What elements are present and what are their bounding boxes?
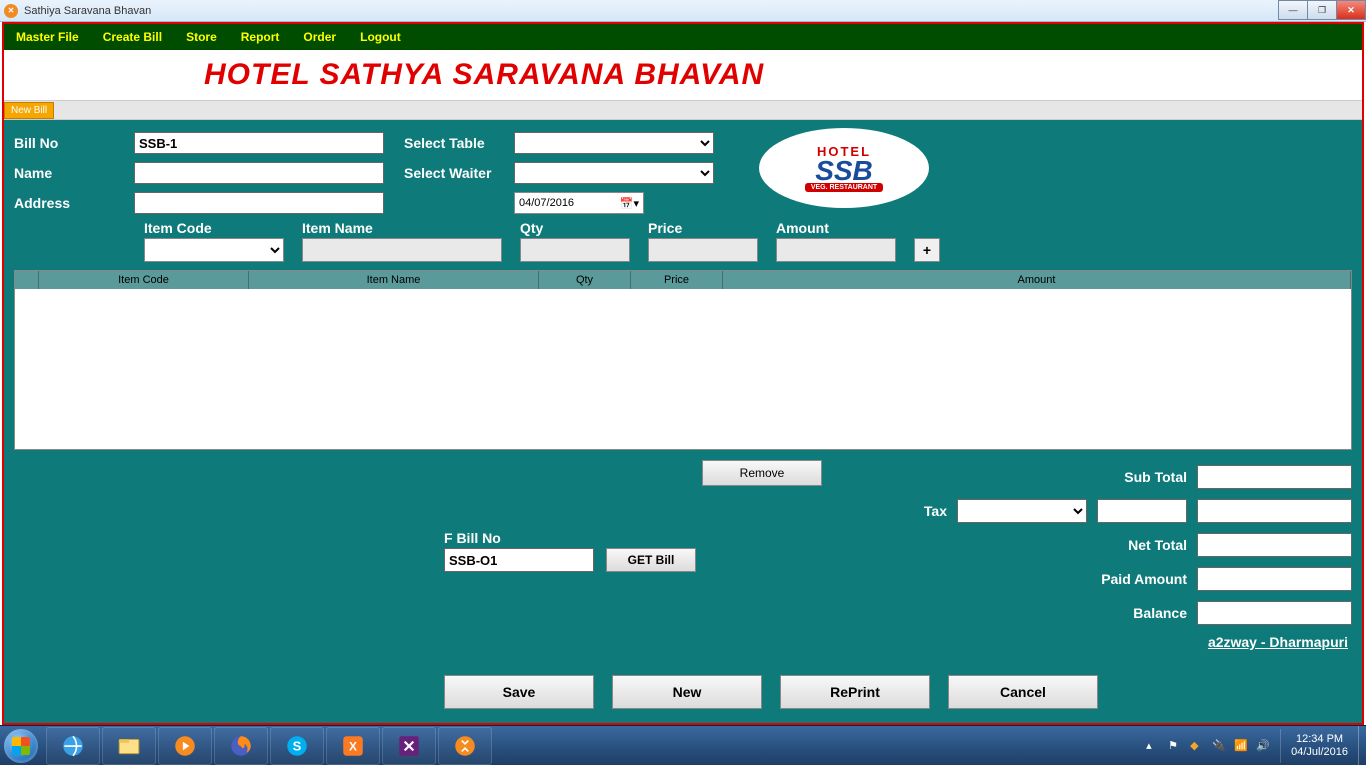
balance-value[interactable] <box>1197 601 1352 625</box>
cancel-button[interactable]: Cancel <box>948 675 1098 709</box>
taskbar-visualstudio-icon[interactable] <box>382 727 436 765</box>
tax-amount-value[interactable] <box>1197 499 1352 523</box>
minimize-button[interactable]: — <box>1278 0 1308 20</box>
taskbar-explorer-icon[interactable] <box>102 727 156 765</box>
logo-bot: VEG. RESTAURANT <box>805 183 883 192</box>
hotel-logo: HOTEL SSB VEG. RESTAURANT <box>759 128 929 208</box>
nettotal-value[interactable] <box>1197 533 1352 557</box>
taskbar-skype-icon[interactable]: S <box>270 727 324 765</box>
calendar-icon: 📅▾ <box>620 197 639 210</box>
taskbar-xampp-icon[interactable]: X <box>326 727 380 765</box>
taskbar: S X ▴ ⚑ ◆ 🔌 📶 🔊 12:34 PM 04/Jul/2016 <box>0 725 1366 765</box>
item-code-label: Item Code <box>144 220 284 236</box>
fbill-input[interactable] <box>444 548 594 572</box>
svg-text:X: X <box>349 739 357 753</box>
footer-link[interactable]: a2zway - Dharmapuri <box>832 634 1352 650</box>
tax-dropdown[interactable] <box>957 499 1087 523</box>
remove-button[interactable]: Remove <box>702 460 822 486</box>
menu-logout[interactable]: Logout <box>360 30 401 44</box>
grid-body[interactable] <box>15 289 1351 449</box>
grid-row-header <box>15 271 39 289</box>
show-desktop-button[interactable] <box>1358 726 1366 765</box>
header: HOTEL SATHYA SARAVANA BHAVAN <box>4 50 1362 100</box>
address-input[interactable] <box>134 192 384 214</box>
tray-shield-icon[interactable]: ◆ <box>1190 739 1204 753</box>
taskbar-firefox-icon[interactable] <box>214 727 268 765</box>
page-title: HOTEL SATHYA SARAVANA BHAVAN <box>204 58 764 92</box>
menu-order[interactable]: Order <box>303 30 336 44</box>
grid-col-qty[interactable]: Qty <box>539 271 631 289</box>
taskbar-ie-icon[interactable] <box>46 727 100 765</box>
address-label: Address <box>14 195 134 211</box>
name-label: Name <box>14 165 134 181</box>
new-button[interactable]: New <box>612 675 762 709</box>
amount-label: Amount <box>776 220 896 236</box>
tray-show-hidden-icon[interactable]: ▴ <box>1146 739 1160 753</box>
paidamount-label: Paid Amount <box>1067 571 1187 587</box>
get-bill-button[interactable]: GET Bill <box>606 548 696 572</box>
grid-col-amount[interactable]: Amount <box>723 271 1351 289</box>
window-titlebar: Sathiya Saravana Bhavan — ❐ ✕ <box>0 0 1366 22</box>
main-panel: Bill No Name Address Select Table <box>4 120 1362 723</box>
window-title: Sathiya Saravana Bhavan <box>24 5 151 17</box>
grid-col-item-name[interactable]: Item Name <box>249 271 539 289</box>
clock-time: 12:34 PM <box>1291 733 1348 746</box>
menu-master-file[interactable]: Master File <box>16 30 79 44</box>
tray-network-icon[interactable]: 📶 <box>1234 739 1248 753</box>
balance-label: Balance <box>1067 605 1187 621</box>
tabstrip: New Bill <box>4 100 1362 120</box>
system-tray: ▴ ⚑ ◆ 🔌 📶 🔊 12:34 PM 04/Jul/2016 <box>1136 726 1366 765</box>
svg-text:S: S <box>293 738 302 753</box>
start-button[interactable] <box>0 726 42 766</box>
grid-col-item-code[interactable]: Item Code <box>39 271 249 289</box>
clock-date: 04/Jul/2016 <box>1291 746 1348 759</box>
maximize-button[interactable]: ❐ <box>1307 0 1337 20</box>
logo-mid: SSB <box>815 159 873 183</box>
grid-col-price[interactable]: Price <box>631 271 723 289</box>
select-waiter-dropdown[interactable] <box>514 162 714 184</box>
nettotal-label: Net Total <box>1067 537 1187 553</box>
menu-create-bill[interactable]: Create Bill <box>103 30 162 44</box>
taskbar-mediaplayer-icon[interactable] <box>158 727 212 765</box>
save-button[interactable]: Save <box>444 675 594 709</box>
add-item-button[interactable]: + <box>914 238 940 262</box>
qty-label: Qty <box>520 220 630 236</box>
amount-input[interactable] <box>776 238 896 262</box>
tax-percent-value[interactable] <box>1097 499 1187 523</box>
fbill-label: F Bill No <box>444 530 696 546</box>
menu-report[interactable]: Report <box>241 30 280 44</box>
taskbar-clock[interactable]: 12:34 PM 04/Jul/2016 <box>1280 729 1358 763</box>
tax-label: Tax <box>924 503 947 519</box>
price-input[interactable] <box>648 238 758 262</box>
taskbar-app-icon[interactable] <box>438 727 492 765</box>
select-table-dropdown[interactable] <box>514 132 714 154</box>
close-button[interactable]: ✕ <box>1336 0 1366 20</box>
paidamount-value[interactable] <box>1197 567 1352 591</box>
item-name-input[interactable] <box>302 238 502 262</box>
select-table-label: Select Table <box>404 135 514 151</box>
subtotal-label: Sub Total <box>1067 469 1187 485</box>
tab-new-bill[interactable]: New Bill <box>4 102 54 119</box>
bill-no-label: Bill No <box>14 135 134 151</box>
app-icon <box>4 4 18 18</box>
price-label: Price <box>648 220 758 236</box>
qty-input[interactable] <box>520 238 630 262</box>
tray-volume-icon[interactable]: 🔊 <box>1256 739 1270 753</box>
date-picker[interactable]: 04/07/2016 📅▾ <box>514 192 644 214</box>
tray-power-icon[interactable]: 🔌 <box>1212 739 1226 753</box>
item-name-label: Item Name <box>302 220 502 236</box>
menu-store[interactable]: Store <box>186 30 217 44</box>
items-grid: Item Code Item Name Qty Price Amount <box>14 270 1352 450</box>
name-input[interactable] <box>134 162 384 184</box>
app-frame: Master File Create Bill Store Report Ord… <box>2 22 1364 725</box>
item-code-dropdown[interactable] <box>144 238 284 262</box>
date-value: 04/07/2016 <box>519 197 574 209</box>
menubar: Master File Create Bill Store Report Ord… <box>4 24 1362 50</box>
reprint-button[interactable]: RePrint <box>780 675 930 709</box>
tray-flag-icon[interactable]: ⚑ <box>1168 739 1182 753</box>
bill-no-input[interactable] <box>134 132 384 154</box>
select-waiter-label: Select Waiter <box>404 165 514 181</box>
subtotal-value[interactable] <box>1197 465 1352 489</box>
